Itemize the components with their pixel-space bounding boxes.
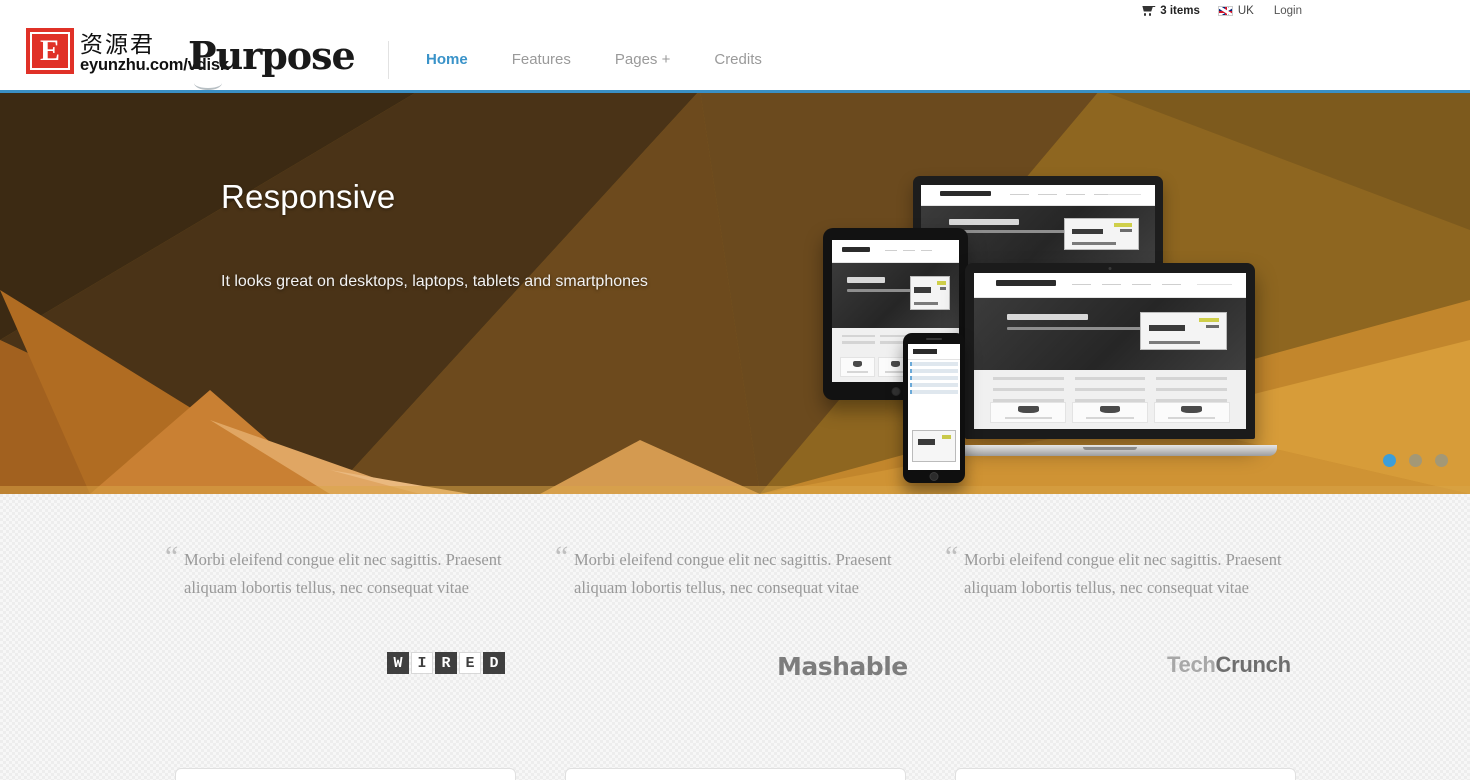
hero-subtitle: It looks great on desktops, laptops, tab…: [221, 273, 648, 290]
device-smartphone: [903, 333, 965, 483]
login-link[interactable]: Login: [1274, 5, 1302, 17]
cart-link[interactable]: 3 items: [1142, 5, 1200, 17]
testimonial-item: “ Morbi eleifend congue elit nec sagitti…: [165, 542, 555, 674]
feature-cards-row: [0, 768, 1470, 780]
watermark-badge-letter: E: [39, 34, 60, 67]
quote-mark-icon: “: [555, 540, 569, 573]
wired-logo: W I R E D: [387, 652, 505, 682]
wired-letter: R: [435, 652, 457, 674]
testimonial-text: Morbi eleifend congue elit nec sagittis.…: [574, 550, 892, 597]
device-laptop-front: [943, 263, 1277, 456]
feature-card[interactable]: [955, 768, 1296, 780]
hero-device-mockups: [815, 168, 1277, 488]
language-selector[interactable]: UK: [1217, 5, 1254, 17]
page-root: 3 items UK Login E 资源君 eyunzhu.com/vdisk…: [0, 0, 1470, 780]
wired-letter: I: [411, 652, 433, 674]
feature-card[interactable]: [565, 768, 906, 780]
watermark-chinese-text: 资源君: [80, 32, 155, 58]
hero-accent-line: [0, 90, 1470, 93]
testimonials-section: “ Morbi eleifend congue elit nec sagitti…: [0, 494, 1470, 780]
cart-item-count: 3 items: [1160, 5, 1200, 17]
wired-letter: W: [387, 652, 409, 674]
testimonial-text: Morbi eleifend congue elit nec sagittis.…: [184, 550, 502, 597]
techcrunch-prefix: Tech: [1167, 652, 1216, 677]
wired-letter: D: [483, 652, 505, 674]
wired-letter: E: [459, 652, 481, 674]
brand-logo[interactable]: E 资源君 eyunzhu.com/vdisk Purpose: [22, 23, 372, 90]
main-navigation: Home Features Pages + Credits: [404, 45, 784, 74]
techcrunch-logo: TechCrunch: [1167, 652, 1291, 682]
quote-mark-icon: “: [945, 540, 959, 573]
testimonial-item: “ Morbi eleifend congue elit nec sagitti…: [945, 542, 1335, 678]
carousel-dot-3[interactable]: [1435, 454, 1448, 467]
watermark-badge-icon: E: [26, 28, 74, 74]
nav-item-credits[interactable]: Credits: [692, 45, 784, 74]
testimonial-text: Morbi eleifend congue elit nec sagittis.…: [964, 550, 1282, 597]
feature-card[interactable]: [175, 768, 516, 780]
shopping-cart-icon: [1142, 5, 1156, 17]
brand-name: Purpose: [188, 33, 356, 78]
site-header: E 资源君 eyunzhu.com/vdisk Purpose Home Fea…: [0, 27, 1470, 90]
carousel-pagination: [1383, 454, 1448, 467]
hero-title: Responsive: [221, 178, 396, 215]
techcrunch-suffix: Crunch: [1215, 652, 1292, 677]
mashable-logo: Mashable: [777, 652, 908, 681]
quote-mark-icon: “: [165, 540, 179, 573]
language-label: UK: [1237, 5, 1254, 17]
uk-flag-icon: [1217, 6, 1233, 16]
nav-item-home[interactable]: Home: [404, 45, 490, 74]
brand-swoosh-decoration: [194, 76, 222, 90]
testimonial-item: “ Morbi eleifend congue elit nec sagitti…: [555, 542, 945, 682]
carousel-dot-2[interactable]: [1409, 454, 1422, 467]
header-divider: [388, 41, 389, 79]
nav-item-pages[interactable]: Pages +: [593, 45, 692, 74]
carousel-dot-1[interactable]: [1383, 454, 1396, 467]
hero-carousel: Responsive It looks great on desktops, l…: [0, 90, 1470, 494]
nav-item-features[interactable]: Features: [490, 45, 593, 74]
